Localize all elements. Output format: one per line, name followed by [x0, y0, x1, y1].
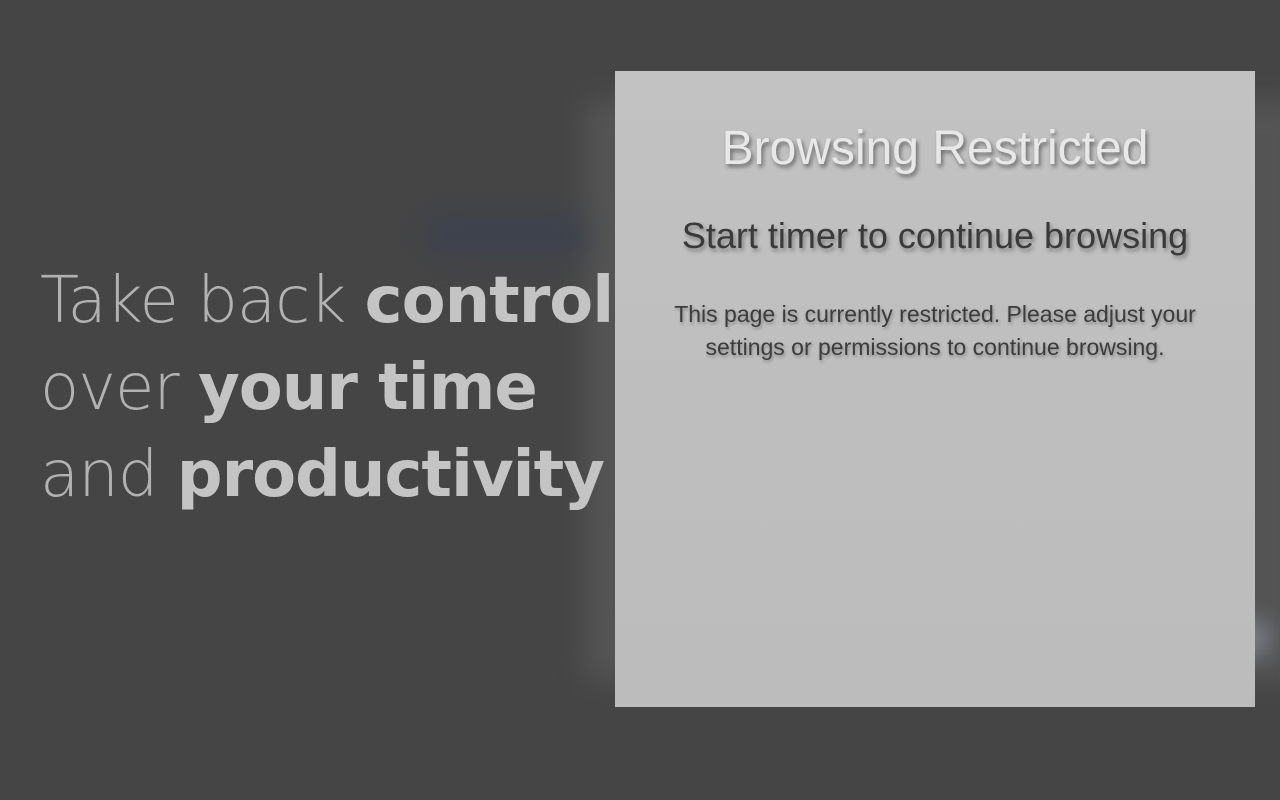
- tagline-text-light: over: [40, 351, 199, 425]
- tagline-text-bold: control: [364, 264, 615, 338]
- restriction-message: This page is currently restricted. Pleas…: [674, 301, 1196, 360]
- tagline-text-bold: productivity: [176, 438, 605, 512]
- tagline-text-bold: your time: [198, 351, 538, 425]
- restriction-title: Browsing Restricted: [721, 122, 1149, 175]
- promo-screenshot: Take back control over your time and pro…: [0, 0, 1280, 800]
- tagline-line-3: and productivity: [40, 432, 605, 519]
- tagline-text-light: and: [40, 438, 177, 512]
- tagline-line-1: Take back control: [40, 258, 614, 345]
- tagline-line-2: over your time: [40, 345, 600, 432]
- tagline-text-light: Take back: [40, 264, 365, 338]
- restriction-overlay-panel: Browsing Restricted Start timer to conti…: [615, 71, 1255, 707]
- restriction-subtitle: Start timer to continue browsing: [681, 215, 1189, 256]
- blurred-background-element: [425, 215, 585, 255]
- promo-tagline: Take back control over your time and pro…: [40, 258, 614, 519]
